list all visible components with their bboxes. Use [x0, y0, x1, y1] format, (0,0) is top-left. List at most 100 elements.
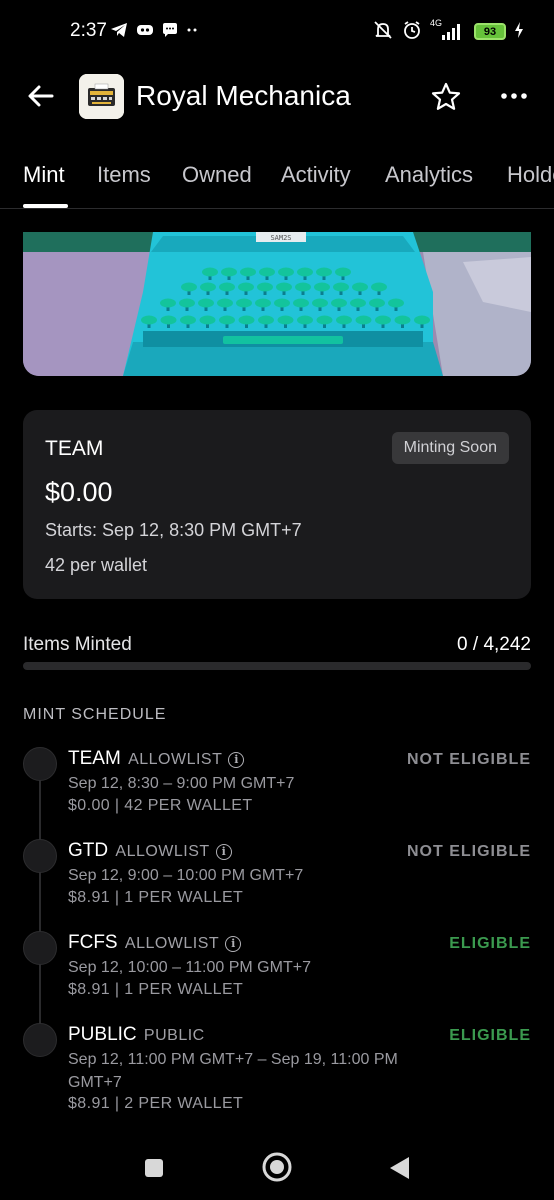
tab-mint[interactable]: Mint [23, 162, 65, 188]
stage-price: $8.91 | 1 PER WALLET [68, 889, 244, 906]
collection-title: Royal Mechanica [136, 80, 351, 111]
schedule-timeline [39, 765, 41, 1045]
system-status: 4G 93 [372, 18, 524, 43]
system-back-button[interactable] [388, 1155, 412, 1186]
battery-icon: 93 [474, 23, 506, 40]
tab-owned[interactable]: Owned [182, 162, 252, 188]
eligibility-status: NOT ELIGIBLE [407, 751, 531, 768]
favorite-button[interactable] [430, 81, 462, 113]
phase-start-time: Starts: Sep 12, 8:30 PM GMT+7 [45, 520, 302, 540]
stage-type: ALLOWLIST [115, 843, 210, 860]
square-icon [145, 1159, 163, 1177]
more-horizontal-icon [501, 93, 527, 99]
collection-logo [79, 74, 124, 119]
typewriter-key [238, 282, 254, 292]
info-icon[interactable]: i [215, 844, 232, 860]
typewriter-key [312, 298, 328, 308]
status-time: 2:37 [70, 20, 107, 41]
typewriter-key [198, 298, 214, 308]
typewriter-key [179, 298, 195, 308]
typewriter-key [414, 315, 430, 325]
typewriter-key [238, 315, 255, 325]
typewriter-key [278, 267, 294, 277]
typewriter-key [394, 315, 411, 325]
typewriter-key [219, 282, 235, 292]
timeline-dot [23, 747, 57, 781]
back-button[interactable] [24, 79, 58, 113]
home-circle-icon [262, 1152, 292, 1182]
typewriter-key [352, 282, 368, 292]
typewriter-key [180, 315, 196, 325]
stage-time: Sep 12, 9:00 – 10:00 PM GMT+7 [68, 867, 304, 884]
typewriter-key [297, 267, 313, 277]
typewriter-key [335, 267, 351, 277]
more-notifications-icon [186, 22, 198, 43]
stage-time: Sep 12, 11:00 PM GMT+7 – Sep 19, 11:00 P… [68, 1051, 398, 1091]
typewriter-key [333, 282, 349, 292]
mute-icon [372, 20, 394, 43]
typewriter-key [388, 298, 404, 308]
home-button[interactable] [261, 1151, 293, 1188]
stage-title: FCFS ALLOWLIST i [68, 932, 242, 954]
tab-analytics[interactable]: Analytics [385, 162, 473, 188]
stage-time: Sep 12, 10:00 – 11:00 PM GMT+7 [68, 959, 311, 976]
typewriter-key [240, 267, 256, 277]
more-options-button[interactable] [498, 82, 530, 114]
typewriter-key [355, 315, 372, 325]
typewriter-key [295, 282, 311, 292]
stage-title: PUBLIC PUBLIC [68, 1024, 205, 1046]
stage-name: FCFS [68, 932, 118, 953]
stage-price: $8.91 | 1 PER WALLET [68, 981, 244, 998]
typewriter-key [336, 315, 352, 325]
typewriter-key [316, 315, 333, 325]
stage-price: $8.91 | 2 PER WALLET [68, 1095, 244, 1112]
typewriter-key [258, 315, 274, 325]
typewriter-key [257, 282, 273, 292]
tab-items[interactable]: Items [97, 162, 151, 188]
tab-activity[interactable]: Activity [281, 162, 351, 188]
typewriter-key [200, 282, 216, 292]
app-header: Royal Mechanica [0, 62, 554, 132]
status-bar: 2:37 4G 93 [0, 0, 554, 62]
typewriter-key [375, 315, 391, 325]
typewriter-key [274, 298, 290, 308]
typewriter-key [221, 267, 237, 277]
notification-icons [110, 22, 198, 43]
typewriter-key [181, 282, 197, 292]
eligibility-status: ELIGIBLE [449, 935, 531, 952]
typewriter-key [316, 267, 332, 277]
stage-title: TEAM ALLOWLIST i [68, 748, 245, 770]
eligibility-status: NOT ELIGIBLE [407, 843, 531, 860]
timeline-dot [23, 839, 57, 873]
telegram-icon [110, 22, 128, 43]
system-navigation-bar [0, 1140, 554, 1200]
typewriter-key [314, 282, 330, 292]
recent-apps-button[interactable] [143, 1157, 165, 1184]
items-minted-label: Items Minted [23, 634, 132, 655]
tab-holders[interactable]: Holders [507, 162, 554, 188]
typewriter-key [255, 298, 271, 308]
charging-icon [514, 21, 524, 42]
typewriter-key [217, 298, 233, 308]
star-icon [431, 82, 461, 110]
timeline-dot [23, 1023, 57, 1057]
stage-name: PUBLIC [68, 1024, 137, 1045]
stage-type: PUBLIC [143, 1027, 205, 1044]
mint-schedule-title: MINT SCHEDULE [23, 706, 167, 723]
stage-time: Sep 12, 8:30 – 9:00 PM GMT+7 [68, 775, 295, 792]
active-tab-indicator [23, 204, 68, 208]
info-icon[interactable]: i [225, 936, 242, 952]
typewriter-key [219, 315, 235, 325]
typewriter-key [297, 315, 313, 325]
status-badge: Minting Soon [391, 432, 509, 464]
eligibility-status: ELIGIBLE [449, 1027, 531, 1044]
typewriter-key [141, 315, 157, 325]
collection-banner: SAM2S [23, 232, 531, 376]
typewriter-key [160, 298, 176, 308]
stage-price: $0.00 | 42 PER WALLET [68, 797, 253, 814]
info-icon[interactable]: i [228, 752, 245, 768]
typewriter-key [331, 298, 347, 308]
stage-name: TEAM [68, 748, 121, 769]
alarm-icon [402, 20, 422, 43]
signal-icon: 4G [430, 18, 466, 42]
